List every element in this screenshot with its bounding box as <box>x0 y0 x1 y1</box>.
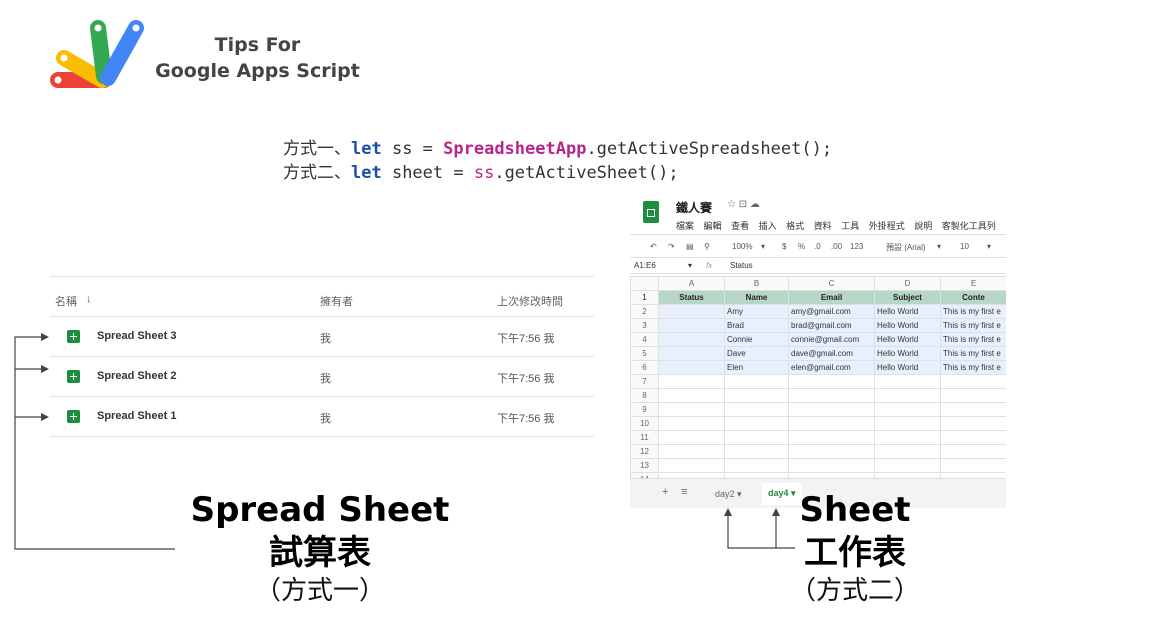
caption-sheet-zh: 工作表 <box>804 533 906 573</box>
arrow-right-icon <box>41 333 49 341</box>
caption-spreadsheet-en: Spread Sheet <box>190 490 450 530</box>
caption-sheet-en: Sheet <box>799 490 911 530</box>
caption-sheet: Sheet 工作表 （方式二） <box>760 488 950 608</box>
caption-spreadsheet: Spread Sheet 試算表 （方式一） <box>180 488 460 608</box>
caption-method-one: （方式一） <box>254 576 385 606</box>
arrow-right-icon <box>41 365 49 373</box>
caption-spreadsheet-zh: 試算表 <box>269 533 371 573</box>
caption-method-two: （方式二） <box>789 576 920 606</box>
arrow-up-icon <box>724 508 732 516</box>
arrow-right-icon <box>41 413 49 421</box>
connector-lines <box>14 333 795 550</box>
